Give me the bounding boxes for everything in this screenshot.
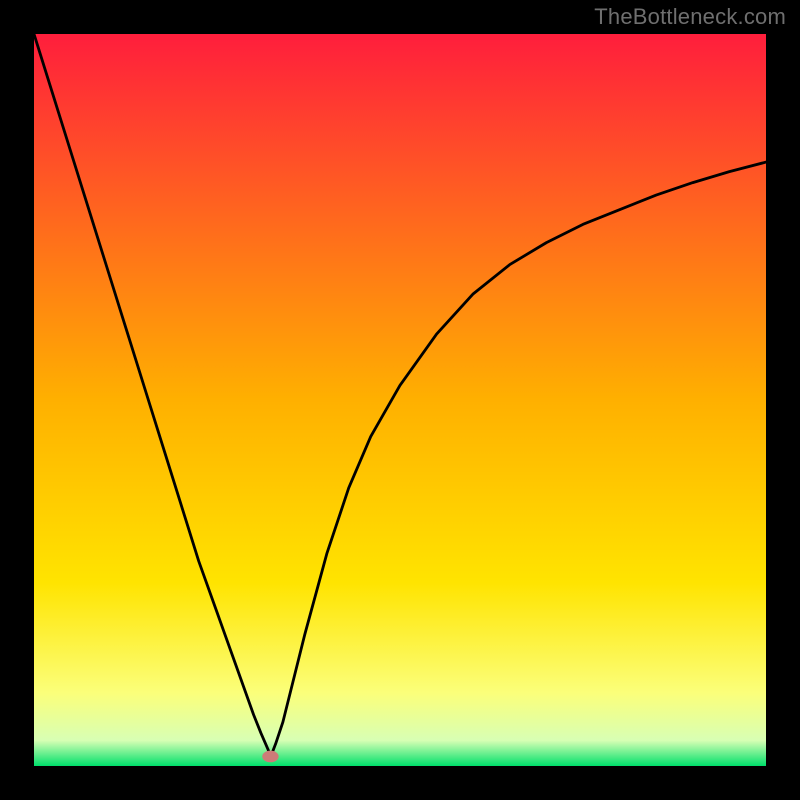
- chart-background: [34, 34, 766, 766]
- chart-svg: [34, 34, 766, 766]
- watermark-text: TheBottleneck.com: [594, 4, 786, 30]
- chart-frame: TheBottleneck.com: [0, 0, 800, 800]
- chart-plot-area: [34, 34, 766, 766]
- minimum-marker: [262, 751, 278, 763]
